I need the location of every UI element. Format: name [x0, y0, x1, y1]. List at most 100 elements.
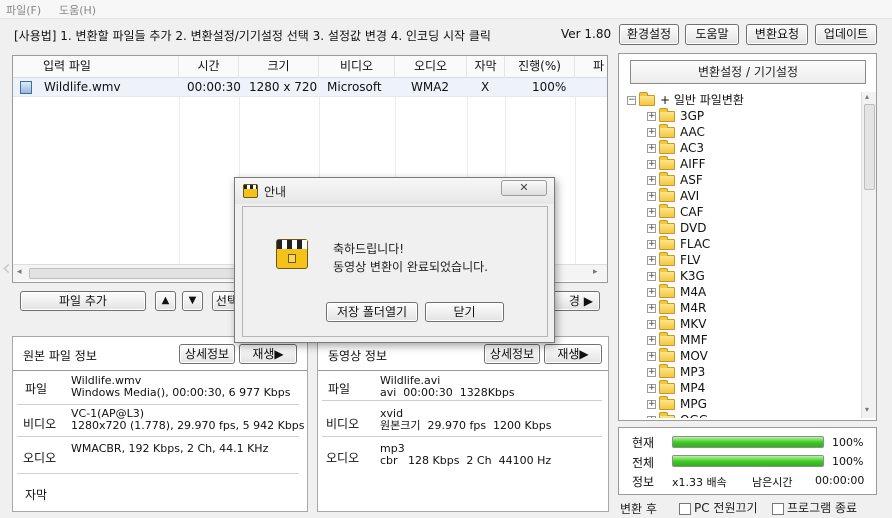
dialog-body: 축하드립니다! 동영상 변환이 완료되었습니다. 저장 폴더열기 닫기: [242, 206, 548, 337]
expand-icon[interactable]: +: [647, 112, 656, 121]
tree-item-flac[interactable]: + FLAC: [647, 236, 710, 252]
expand-icon[interactable]: +: [647, 288, 656, 297]
col-time[interactable]: 시간: [179, 56, 239, 78]
source-play-button[interactable]: 재생▶: [239, 344, 297, 364]
col-subtitle[interactable]: 자막: [467, 56, 505, 78]
tree-item-mp4[interactable]: + MP4: [647, 380, 705, 396]
expand-icon[interactable]: +: [647, 224, 656, 233]
expand-icon[interactable]: +: [647, 192, 656, 201]
conversion-request-button[interactable]: 변환요청: [746, 24, 808, 45]
expand-icon[interactable]: +: [647, 144, 656, 153]
current-label: 현재: [632, 436, 655, 450]
output-detail-button[interactable]: 상세정보: [484, 344, 540, 364]
tree-item-ogg[interactable]: + OGG: [647, 412, 708, 418]
menu-help[interactable]: 도움(H): [59, 2, 96, 18]
tree-item-m4a[interactable]: + M4A: [647, 284, 706, 300]
tree-item-mmf[interactable]: + MMF: [647, 332, 708, 348]
tree-item-caf[interactable]: + CAF: [647, 204, 704, 220]
tree-item-mov[interactable]: + MOV: [647, 348, 708, 364]
collapse-icon[interactable]: −: [627, 96, 636, 105]
tree-item-m4r[interactable]: + M4R: [647, 300, 706, 316]
expand-icon[interactable]: +: [647, 160, 656, 169]
video-file-icon: [20, 81, 32, 94]
tree-scrollbar[interactable]: ▴ ▾: [861, 92, 876, 418]
file-list-header: 입력 파일 시간 크기 비디오 오디오 자막 진행(%) 파: [13, 56, 607, 78]
scroll-right-icon[interactable]: ▸: [593, 267, 598, 277]
row-file-name: Wildlife.wmv: [44, 80, 121, 94]
settings-tree[interactable]: − + 일반 파일변환 +3GP + AAC + AC3 + AIFF + ASF + AVI + CAF…: [625, 92, 861, 418]
tree-item-label: AVI: [680, 189, 700, 203]
tree-item-aiff[interactable]: + AIFF: [647, 156, 706, 172]
update-button[interactable]: 업데이트: [815, 24, 877, 45]
col-truncated[interactable]: 파: [575, 56, 607, 78]
tree-item-dvd[interactable]: + DVD: [647, 220, 706, 236]
exit-program-checkbox[interactable]: [772, 502, 784, 515]
output-panel-title: 동영상 정보: [328, 349, 388, 363]
help-button[interactable]: 도움말: [685, 24, 739, 45]
tree-item-mpg[interactable]: + MPG: [647, 396, 707, 412]
table-row[interactable]: Wildlife.wmv 00:00:30 1280 x 720 Microso…: [13, 78, 607, 97]
tree-item-label: FLV: [680, 253, 701, 267]
col-audio[interactable]: 오디오: [395, 56, 467, 78]
tree-item-mkv[interactable]: + MKV: [647, 316, 706, 332]
expand-icon[interactable]: +: [647, 272, 656, 281]
col-video[interactable]: 비디오: [319, 56, 395, 78]
col-progress[interactable]: 진행(%): [505, 56, 575, 78]
col-size[interactable]: 크기: [239, 56, 319, 78]
expand-icon[interactable]: +: [647, 368, 656, 377]
power-off-checkbox[interactable]: [679, 502, 691, 515]
remaining-label: 남은시간: [752, 476, 793, 489]
expand-icon[interactable]: +: [647, 384, 656, 393]
col-input-file[interactable]: 입력 파일: [13, 56, 179, 78]
add-file-button[interactable]: 파일 추가: [20, 291, 146, 311]
open-save-folder-button[interactable]: 저장 폴더열기: [326, 302, 418, 322]
menu-file[interactable]: 파일(F): [6, 2, 41, 18]
move-up-button[interactable]: ▲: [155, 291, 176, 311]
move-down-button[interactable]: ▼: [182, 291, 203, 311]
expand-icon[interactable]: +: [647, 352, 656, 361]
dialog-titlebar: 안내 ✕: [235, 178, 554, 204]
expand-icon[interactable]: +: [647, 256, 656, 265]
folder-icon: [659, 140, 675, 154]
tree-scroll-thumb[interactable]: [864, 104, 875, 190]
output-play-button[interactable]: 재생▶: [544, 344, 602, 364]
settings-title-button[interactable]: 변환설정 / 기기설정: [630, 60, 866, 84]
expand-icon[interactable]: +: [647, 176, 656, 185]
tree-item-label: AAC: [680, 125, 705, 139]
dialog-close-button[interactable]: 닫기: [425, 302, 504, 322]
tree-item-asf[interactable]: + ASF: [647, 172, 703, 188]
expand-icon[interactable]: +: [647, 416, 656, 418]
tree-item-avi[interactable]: + AVI: [647, 188, 699, 204]
scroll-left-icon[interactable]: ◂: [17, 267, 22, 277]
tree-item-3gp[interactable]: +3GP: [647, 108, 704, 124]
expand-icon[interactable]: +: [647, 320, 656, 329]
chevron-left-icon[interactable]: ‹: [2, 256, 11, 281]
expand-icon[interactable]: +: [647, 400, 656, 409]
tree-item-label: AC3: [680, 141, 705, 155]
expand-icon[interactable]: +: [647, 208, 656, 217]
expand-icon[interactable]: +: [647, 336, 656, 345]
exit-program-option[interactable]: 프로그램 종료: [772, 499, 857, 516]
tree-item-label: CAF: [680, 205, 704, 219]
source-detail-button[interactable]: 상세정보: [179, 344, 235, 364]
info-label: 정보: [632, 475, 655, 489]
scroll-up-icon[interactable]: ▴: [865, 92, 869, 101]
power-off-option[interactable]: PC 전원끄기: [679, 499, 758, 516]
tree-item-ac3[interactable]: + AC3: [647, 140, 704, 156]
tree-root[interactable]: − + 일반 파일변환: [627, 92, 744, 108]
folder-icon: [659, 268, 675, 282]
preferences-button[interactable]: 환경설정: [619, 24, 679, 45]
scroll-down-icon[interactable]: ▾: [865, 405, 869, 414]
completion-dialog: 안내 ✕ 축하드립니다! 동영상 변환이 완료되었습니다. 저장 폴더열기 닫기: [234, 177, 555, 343]
tree-item-aac[interactable]: + AAC: [647, 124, 705, 140]
tree-item-k3g[interactable]: + K3G: [647, 268, 705, 284]
tree-item-flv[interactable]: + FLV: [647, 252, 700, 268]
dialog-title: 안내: [264, 185, 287, 199]
folder-icon: [659, 252, 675, 266]
expand-icon[interactable]: +: [647, 240, 656, 249]
current-progress-bar: [672, 436, 824, 448]
expand-icon[interactable]: +: [647, 128, 656, 137]
tree-item-mp3[interactable]: + MP3: [647, 364, 705, 380]
expand-icon[interactable]: +: [647, 304, 656, 313]
close-icon[interactable]: ✕: [501, 180, 547, 196]
